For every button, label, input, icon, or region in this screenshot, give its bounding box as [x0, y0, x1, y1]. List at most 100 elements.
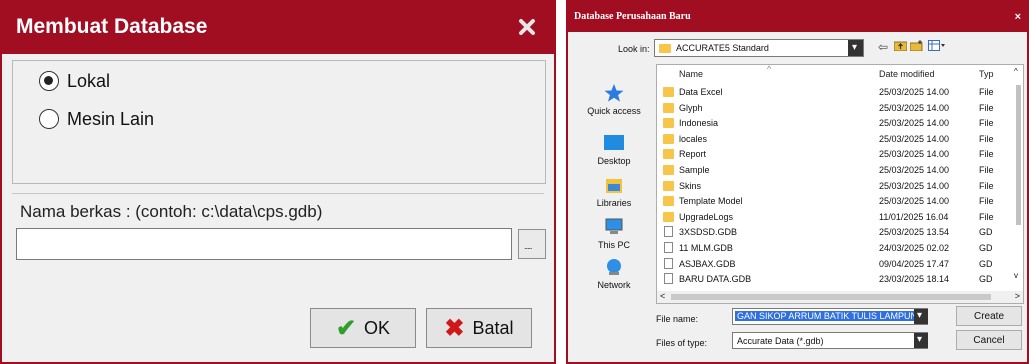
checkmark-icon: ✔ [335, 314, 357, 342]
file-list-row[interactable]: 3XSDSD.GDB 25/03/2025 13.54 GD [657, 225, 1017, 240]
scroll-up-icon[interactable]: ^ [1014, 67, 1018, 76]
save-database-dialog: Database Perusahaan Baru × Look in: ACCU… [566, 0, 1029, 364]
file-list-row[interactable]: Glyph 25/03/2025 14.00 File [657, 101, 1017, 116]
file-list-row[interactable]: 11 MLM.GDB 24/03/2025 02.02 GD [657, 241, 1017, 256]
file-list-row[interactable]: Indonesia 25/03/2025 14.00 File [657, 116, 1017, 131]
new-folder-icon[interactable] [909, 40, 923, 54]
file-type-select[interactable]: Accurate Data (*.gdb) [732, 332, 928, 349]
file-name-cell: Report [679, 149, 707, 160]
file-date-cell: 25/03/2025 14.00 [879, 180, 950, 191]
column-header-date[interactable]: Date modified [879, 69, 935, 79]
file-icon [664, 273, 673, 285]
radio-selected-icon[interactable] [39, 71, 59, 91]
radio-other-machine[interactable]: Mesin Lain [39, 105, 154, 133]
place-label: Desktop [597, 156, 631, 166]
file-name-cell: 3XSDSD.GDB [679, 227, 738, 238]
file-name-label: File name: [656, 314, 699, 324]
file-list-row[interactable]: Report 25/03/2025 14.00 File [657, 147, 1017, 162]
desktop-icon [603, 134, 625, 152]
cross-icon: ✖ [444, 314, 465, 342]
column-header-name[interactable]: Name [679, 69, 703, 79]
file-name-cell: 11 MLM.GDB [679, 243, 733, 253]
folder-icon [659, 43, 671, 53]
dialog-title: Membuat Database [16, 15, 208, 38]
file-type-cell: GD [979, 243, 993, 253]
look-in-select[interactable]: ACCURATE5 Standard [654, 39, 864, 57]
file-name-input[interactable]: GAN SIKOP ARRUM BATIK TULIS LAMPUNG [732, 308, 928, 325]
file-name-cell: BARU DATA.GDB [679, 274, 752, 285]
file-name-cell: Skins [679, 180, 702, 191]
divider [12, 193, 544, 194]
file-type-cell: File [979, 165, 994, 175]
horizontal-scrollbar[interactable]: < > [657, 291, 1023, 303]
file-date-cell: 25/03/2025 14.00 [879, 102, 950, 113]
file-list-row[interactable]: BARU DATA.GDB 23/03/2025 18.14 GD [657, 272, 1017, 287]
place-libraries[interactable]: Libraries [576, 176, 652, 208]
radio-local[interactable]: Lokal [39, 67, 110, 95]
file-date-cell: 25/03/2025 14.00 [879, 118, 950, 129]
folder-icon [663, 196, 674, 207]
dialog-title: Database Perusahaan Baru [574, 11, 691, 22]
file-list-row[interactable]: Template Model 25/03/2025 14.00 File [657, 194, 1017, 209]
horizontal-scroll-thumb[interactable] [671, 294, 991, 300]
create-button[interactable]: Create [956, 306, 1022, 326]
up-folder-icon[interactable] [893, 40, 908, 54]
close-icon[interactable] [516, 16, 538, 38]
vertical-scroll-thumb[interactable] [1016, 85, 1021, 225]
dialog-titlebar[interactable]: Membuat Database [2, 2, 554, 54]
folder-icon [663, 87, 674, 97]
dialog-titlebar[interactable]: Database Perusahaan Baru × [568, 2, 1027, 32]
look-in-value: ACCURATE5 Standard [676, 43, 769, 53]
place-this-pc[interactable]: This PC [576, 218, 652, 250]
scroll-left-icon[interactable]: < [660, 291, 665, 301]
create-database-dialog: Membuat Database Lokal Mesin Lain Nama b… [0, 0, 556, 364]
browse-button[interactable] [518, 229, 546, 259]
file-icon [664, 242, 673, 253]
folder-icon [663, 102, 674, 113]
file-type-dropdown-button[interactable] [914, 333, 928, 348]
file-date-cell: 24/03/2025 02.02 [879, 243, 950, 253]
file-name-value: GAN SIKOP ARRUM BATIK TULIS LAMPUNG [735, 311, 927, 321]
file-type-cell: GD [979, 227, 993, 238]
file-name-cell: Indonesia [679, 118, 719, 129]
radio-other-label: Mesin Lain [67, 108, 155, 129]
file-name-label: Nama berkas : (contoh: c:\data\cps.gdb) [20, 202, 323, 221]
file-list-row[interactable]: Data Excel 25/03/2025 14.00 File [657, 85, 1017, 100]
file-date-cell: 25/03/2025 14.00 [879, 165, 950, 175]
look-in-label: Look in: [618, 44, 650, 54]
place-quick-access[interactable]: Quick access [576, 84, 652, 116]
file-type-cell: File [979, 102, 994, 113]
close-icon[interactable]: × [1015, 11, 1021, 23]
back-arrow-icon[interactable]: ⇦ [878, 40, 888, 54]
file-name-dropdown-button[interactable] [914, 309, 928, 324]
place-label: Libraries [596, 198, 632, 208]
column-header-type[interactable]: Typ [979, 69, 994, 79]
cancel-button[interactable]: Cancel [956, 330, 1022, 350]
scroll-down-icon[interactable]: v [1014, 271, 1018, 280]
place-label: This PC [597, 240, 630, 250]
place-desktop[interactable]: Desktop [576, 134, 652, 166]
computer-icon [603, 218, 625, 236]
view-menu-icon[interactable] [928, 40, 946, 54]
file-date-cell: 25/03/2025 14.00 [879, 149, 950, 160]
radio-unselected-icon[interactable] [39, 109, 59, 129]
file-list[interactable]: Name ^ Date modified Typ Data Excel 25/03… [656, 64, 1024, 304]
file-name-cell: Glyph [679, 102, 703, 113]
file-list-row[interactable]: ASJBAX.GDB 09/04/2025 17.47 GD [657, 257, 1017, 272]
folder-icon [663, 118, 674, 129]
file-list-row[interactable]: Skins 25/03/2025 14.00 File [657, 179, 1017, 194]
file-list-row[interactable]: UpgradeLogs 11/01/2025 16.04 File [657, 210, 1017, 225]
place-network[interactable]: Network [576, 258, 652, 290]
folder-icon [663, 211, 674, 222]
file-type-cell: File [979, 118, 994, 129]
ok-button[interactable]: ✔ OK [310, 308, 416, 348]
look-in-dropdown-button[interactable] [848, 40, 863, 56]
file-date-cell: 25/03/2025 14.00 [879, 133, 950, 144]
file-list-row[interactable]: Sample 25/03/2025 14.00 File [657, 163, 1017, 178]
scroll-right-icon[interactable]: > [1015, 291, 1020, 301]
file-name-input[interactable] [16, 228, 512, 260]
cancel-button[interactable]: ✖ Batal [426, 308, 532, 348]
file-type-cell: File [979, 133, 994, 144]
file-type-cell: File [979, 149, 994, 160]
file-list-row[interactable]: locales 25/03/2025 14.00 File [657, 132, 1017, 147]
